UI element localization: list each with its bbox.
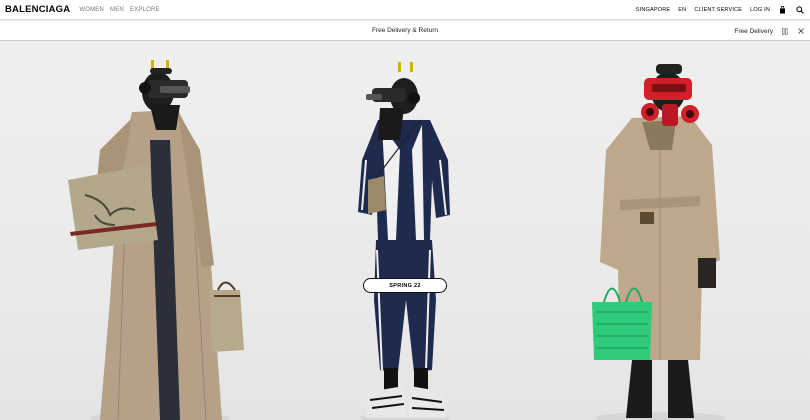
top-navigation-bar: BALENCIAGA WOMEN MEN EXPLORE SINGAPORE E… [0,0,810,20]
close-icon[interactable] [796,27,805,36]
login-link[interactable]: LOG IN [750,7,770,13]
utility-nav: SINGAPORE EN CLIENT SERVICE LOG IN [636,5,804,14]
language-selector[interactable]: EN [678,7,686,13]
promo-message[interactable]: Free Delivery & Return [372,27,438,34]
nav-men[interactable]: MEN [110,7,124,13]
region-selector[interactable]: SINGAPORE [636,7,671,13]
client-service-link[interactable]: CLIENT SERVICE [694,7,742,13]
hero-campaign[interactable]: SPRING 22 [0,42,810,420]
shopping-bag-icon[interactable] [778,5,787,14]
promo-controls: Free Delivery [734,21,805,41]
model-left [68,60,244,420]
campaign-image [68,60,725,420]
promo-right-label: Free Delivery [734,27,773,35]
model-right [592,64,720,418]
pause-icon[interactable] [780,27,789,36]
nav-women[interactable]: WOMEN [79,7,104,13]
model-center [358,62,450,418]
brand-logo[interactable]: BALENCIAGA [5,4,70,15]
search-icon[interactable] [795,5,804,14]
spring-22-button[interactable]: SPRING 22 [363,278,447,293]
nav-explore[interactable]: EXPLORE [130,7,160,13]
promo-banner: Free Delivery & Return Free Delivery [0,21,810,41]
main-nav: WOMEN MEN EXPLORE [79,7,159,13]
